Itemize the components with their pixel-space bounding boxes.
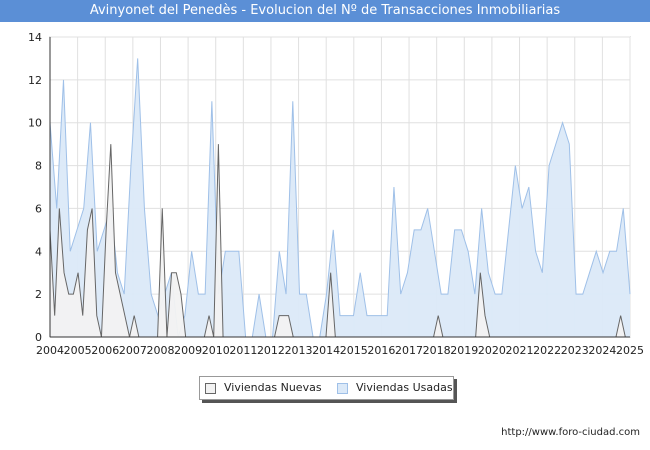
y-tick-label: 6 xyxy=(35,202,42,215)
x-tick-label: 2008 xyxy=(146,344,174,357)
legend-label-usadas: Viviendas Usadas xyxy=(356,381,453,394)
x-tick-label: 2015 xyxy=(340,344,368,357)
legend: Viviendas Nuevas Viviendas Usadas xyxy=(199,376,454,400)
x-tick-label: 2018 xyxy=(423,344,451,357)
x-tick-label: 2006 xyxy=(91,344,119,357)
x-tick-label: 2019 xyxy=(450,344,478,357)
y-tick-label: 14 xyxy=(28,31,42,44)
x-tick-label: 2007 xyxy=(119,344,147,357)
x-tick-label: 2023 xyxy=(561,344,589,357)
x-tick-label: 2017 xyxy=(395,344,423,357)
source-credit: http://www.foro-ciudad.com xyxy=(501,427,640,438)
y-tick-label: 2 xyxy=(35,288,42,301)
x-tick-label: 2024 xyxy=(588,344,616,357)
x-tick-label: 2004 xyxy=(36,344,64,357)
x-tick-label: 2012 xyxy=(257,344,285,357)
x-tick-label: 2022 xyxy=(533,344,561,357)
y-tick-label: 4 xyxy=(35,245,42,258)
y-tick-label: 12 xyxy=(28,74,42,87)
legend-swatch-usadas xyxy=(337,383,348,394)
x-tick-label: 2005 xyxy=(64,344,92,357)
y-tick-label: 10 xyxy=(28,117,42,130)
x-tick-label: 2013 xyxy=(285,344,313,357)
x-axis-ticks: 2004 2005 2006 2007 2008 2009 2010 2011 2012 2013… xyxy=(36,344,644,357)
legend-swatch-nuevas xyxy=(205,383,216,394)
x-tick-label: 2020 xyxy=(478,344,506,357)
x-tick-label: 2009 xyxy=(174,344,202,357)
y-tick-label: 8 xyxy=(35,160,42,173)
x-tick-label: 2011 xyxy=(229,344,257,357)
x-tick-label: 2016 xyxy=(367,344,395,357)
x-tick-label: 2014 xyxy=(312,344,340,357)
y-axis-ticks: 0 2 4 6 8 10 12 14 xyxy=(28,31,42,344)
x-tick-label: 2010 xyxy=(202,344,230,357)
legend-label-nuevas: Viviendas Nuevas xyxy=(224,381,322,394)
y-tick-label: 0 xyxy=(35,331,42,344)
x-tick-label: 2021 xyxy=(506,344,534,357)
x-tick-label: 2025 xyxy=(616,344,644,357)
